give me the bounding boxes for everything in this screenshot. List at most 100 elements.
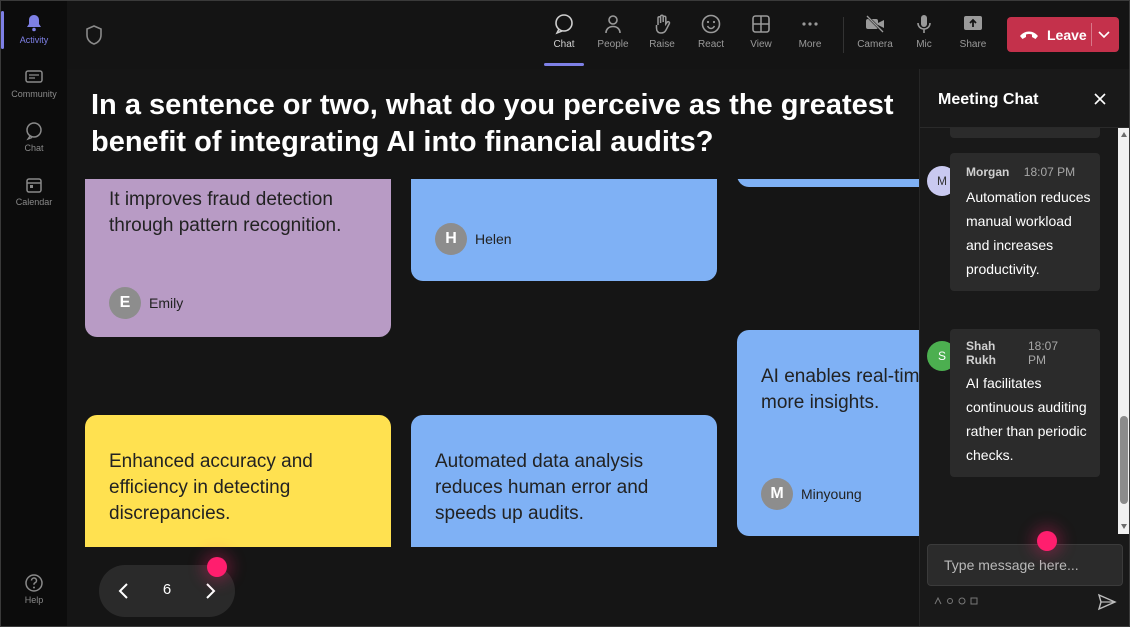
community-icon bbox=[25, 70, 43, 83]
meeting-toolbar: Chat People Raise React View More Camera bbox=[67, 1, 1129, 69]
toolbar-people-button[interactable]: People bbox=[590, 13, 636, 50]
bell-icon bbox=[27, 15, 41, 32]
toolbar-label: View bbox=[750, 39, 772, 50]
leave-button[interactable]: Leave bbox=[1007, 17, 1119, 52]
toolbar-label: More bbox=[798, 39, 822, 50]
rail-label: Activity bbox=[19, 35, 49, 45]
question-prompt: In a sentence or two, what do you percei… bbox=[91, 89, 894, 158]
rail-item-help[interactable]: Help bbox=[1, 573, 67, 605]
avatar: E bbox=[109, 287, 141, 319]
avatar-initial: S bbox=[937, 349, 946, 363]
camera-off-icon bbox=[866, 15, 884, 33]
message-time: 18:07 PM bbox=[1028, 339, 1059, 367]
chevron-right-icon[interactable] bbox=[195, 575, 225, 607]
author-name: Emily bbox=[149, 295, 184, 311]
card-text: AI enables real-time monitoring for more… bbox=[761, 366, 919, 413]
toolbar-chat-button[interactable]: Chat bbox=[541, 13, 587, 50]
avatar: H bbox=[435, 223, 467, 255]
sender-name: Morgan bbox=[966, 165, 1010, 179]
toolbar-raise-button[interactable]: Raise bbox=[639, 13, 685, 50]
card-author: E Emily bbox=[109, 287, 183, 319]
toolbar-view-button[interactable]: View bbox=[738, 13, 784, 50]
shield-icon bbox=[86, 25, 102, 45]
sender-name: Shah Rukh bbox=[966, 339, 996, 367]
page-number: 6 bbox=[162, 581, 172, 598]
response-card[interactable] bbox=[737, 179, 919, 195]
chat-message: Morgan 18:07 PM Automation reduces manua… bbox=[950, 153, 1100, 291]
meeting-chat-panel: Meeting Chat M Morgan 18:07 PM Automatio… bbox=[919, 69, 1129, 626]
toolbar-label: Chat bbox=[553, 39, 575, 50]
toolbar-label: Mic bbox=[916, 39, 932, 50]
message-time: 18:07 PM bbox=[1023, 165, 1076, 179]
message-body: AI facilitates continuous auditing rathe… bbox=[966, 375, 1087, 463]
toolbar-label: People bbox=[597, 39, 629, 50]
help-icon bbox=[25, 574, 43, 592]
scroll-up-icon[interactable] bbox=[1121, 132, 1127, 137]
rail-item-chat[interactable]: Chat bbox=[1, 121, 67, 153]
rail-label: Chat bbox=[24, 143, 44, 153]
response-card[interactable]: AI enables real-time monitoring for more… bbox=[737, 330, 919, 544]
toolbar-more-button[interactable]: More bbox=[787, 13, 833, 50]
cursor-indicator bbox=[207, 557, 227, 577]
rail-label: Community bbox=[11, 89, 57, 99]
toolbar-label: Share bbox=[959, 39, 987, 50]
rail-label: Calendar bbox=[15, 197, 53, 207]
more-icon bbox=[802, 22, 818, 26]
active-tab-underline bbox=[544, 63, 584, 66]
toolbar-mic-button[interactable]: Mic bbox=[901, 13, 947, 50]
toolbar-react-button[interactable]: React bbox=[688, 13, 734, 50]
format-icon[interactable] bbox=[934, 597, 942, 605]
chat-message-input[interactable] bbox=[927, 544, 1123, 586]
toolbar-camera-button[interactable]: Camera bbox=[852, 13, 898, 50]
card-shadow bbox=[85, 325, 391, 345]
card-text: It improves fraud detection through patt… bbox=[109, 189, 342, 236]
gif-icon[interactable] bbox=[970, 597, 978, 605]
whiteboard-stage: It improves fraud detection through patt… bbox=[67, 69, 919, 626]
mic-icon bbox=[917, 15, 931, 33]
toolbar-divider bbox=[843, 17, 844, 53]
grid-view-icon bbox=[752, 15, 770, 33]
meeting-window: Activity Community Chat Calendar Help Ch… bbox=[0, 0, 1130, 627]
chevron-down-icon[interactable] bbox=[1097, 29, 1111, 39]
card-text: Automated data analysis reduces human er… bbox=[435, 451, 649, 524]
rail-label: Help bbox=[24, 595, 44, 605]
people-icon bbox=[605, 15, 621, 34]
close-icon[interactable] bbox=[1092, 91, 1108, 107]
card-author: M Minyoung bbox=[761, 478, 862, 510]
raise-hand-icon bbox=[655, 14, 671, 34]
card-shadow bbox=[737, 179, 919, 195]
emoji-icon[interactable] bbox=[958, 597, 966, 605]
card-text: Enhanced accuracy and efficiency in dete… bbox=[109, 451, 313, 524]
chat-title: Meeting Chat bbox=[938, 91, 1039, 108]
card-author: H Helen bbox=[435, 223, 512, 255]
send-icon[interactable] bbox=[1097, 593, 1117, 611]
rail-item-activity[interactable]: Activity bbox=[1, 13, 67, 45]
toolbar-label: React bbox=[697, 39, 725, 50]
cursor-indicator bbox=[1037, 531, 1057, 551]
author-name: Minyoung bbox=[801, 486, 862, 502]
message-body: Automation reduces manual workload and i… bbox=[966, 189, 1091, 277]
rail-item-calendar[interactable]: Calendar bbox=[1, 175, 67, 207]
chat-message: Shah Rukh 18:07 PM AI facilitates contin… bbox=[950, 329, 1100, 477]
toolbar-label: Camera bbox=[857, 39, 893, 50]
toolbar-share-button[interactable]: Share bbox=[950, 13, 996, 50]
chat-messages: M Morgan 18:07 PM Automation reduces man… bbox=[920, 128, 1118, 534]
phone-hangup-icon bbox=[1020, 31, 1038, 39]
scrollbar-thumb[interactable] bbox=[1120, 416, 1128, 504]
avatar-initial: M bbox=[937, 174, 947, 188]
attach-icon[interactable] bbox=[946, 597, 954, 605]
rail-item-community[interactable]: Community bbox=[1, 67, 67, 99]
share-icon bbox=[964, 16, 982, 30]
chat-message-partial bbox=[950, 128, 1100, 138]
response-card[interactable]: H Helen bbox=[411, 179, 717, 289]
leave-label: Leave bbox=[1047, 26, 1087, 43]
card-shadow bbox=[737, 524, 919, 544]
response-card[interactable]: It improves fraud detection through patt… bbox=[85, 179, 391, 345]
toolbar-label: Raise bbox=[649, 39, 675, 50]
scroll-down-icon[interactable] bbox=[1121, 524, 1127, 529]
author-name: Helen bbox=[475, 231, 512, 247]
card-shadow bbox=[411, 269, 717, 289]
calendar-icon bbox=[26, 178, 42, 193]
leave-divider bbox=[1091, 23, 1092, 46]
chevron-left-icon[interactable] bbox=[109, 575, 139, 607]
